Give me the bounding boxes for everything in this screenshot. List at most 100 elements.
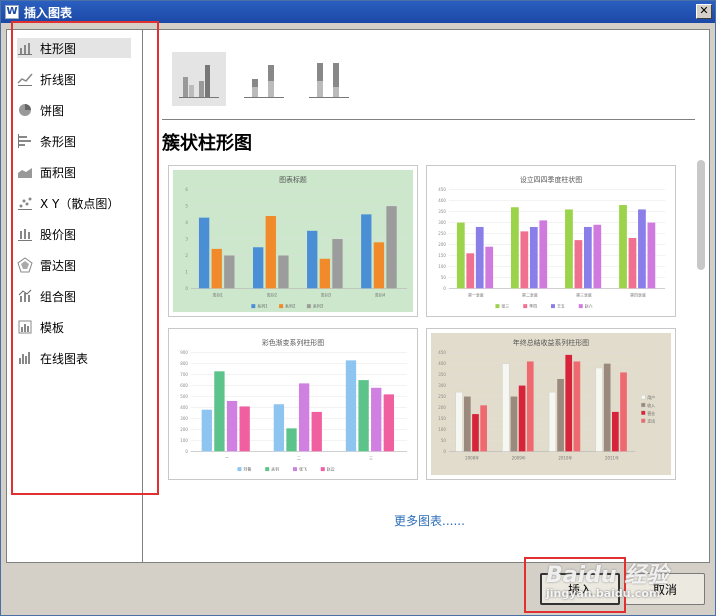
sidebar-item-scatter[interactable]: X Y（散点图） bbox=[17, 193, 131, 213]
template-quarterly-column[interactable]: 设立四四季度柱状图 0 50 100 150 200 250 300 350 400 450 第一季度… bbox=[426, 165, 676, 317]
bar bbox=[371, 387, 382, 452]
template-year-end-column[interactable]: 年终总结收益系列柱形图 0 50 100 150 200 250 300 350 400 450 20… bbox=[426, 328, 676, 480]
sidebar-item-combo[interactable]: 组合图 bbox=[17, 286, 131, 306]
bar bbox=[518, 385, 526, 452]
x-tick-label: 第四季度 bbox=[630, 292, 646, 297]
y-tick-label: 400 bbox=[438, 198, 446, 203]
more-charts-link[interactable]: 更多图表...... bbox=[394, 512, 465, 529]
legend-label: 系列2 bbox=[285, 304, 296, 309]
sidebar-item-label: 模板 bbox=[40, 320, 65, 335]
bar bbox=[595, 367, 603, 452]
bar bbox=[647, 222, 656, 289]
bar bbox=[466, 253, 475, 289]
bar bbox=[273, 404, 285, 452]
y-tick-label: 100 bbox=[438, 264, 446, 269]
y-tick-label: 450 bbox=[438, 187, 446, 192]
sidebar-item-template[interactable]: 模板 bbox=[17, 317, 131, 337]
subtype-clustered-column[interactable] bbox=[172, 52, 226, 106]
bar bbox=[557, 379, 564, 452]
legend-label: 关羽 bbox=[271, 467, 279, 472]
bar bbox=[612, 411, 619, 452]
chart-type-sidebar: 柱形图 折线图 饼图 条形图 面积图 X Y（散点图） 股价图 雷达图 组合图 … bbox=[7, 30, 143, 562]
legend-label: 张三 bbox=[501, 304, 509, 309]
area-chart-icon bbox=[17, 164, 33, 180]
bar bbox=[307, 230, 318, 289]
legend-swatch bbox=[237, 467, 242, 472]
sidebar-item-radar[interactable]: 雷达图 bbox=[17, 255, 131, 275]
y-tick-label: 350 bbox=[438, 209, 446, 214]
y-tick-label: 300 bbox=[180, 416, 188, 421]
sidebar-item-bar[interactable]: 条形图 bbox=[17, 131, 131, 151]
legend-label: 营业 bbox=[647, 411, 655, 416]
y-tick-label: 500 bbox=[180, 394, 188, 399]
bar bbox=[573, 361, 581, 452]
template-green-column[interactable]: 图表标题 0 1 2 3 4 5 6 类别1 类别2 类别3 类别4 系列1 系列2 系列3 bbox=[168, 165, 418, 317]
legend-swatch bbox=[551, 304, 555, 309]
legend-swatch bbox=[523, 304, 528, 309]
bar bbox=[520, 231, 529, 289]
x-tick-label: 类别4 bbox=[375, 292, 386, 297]
x-tick-label: 2009年 bbox=[512, 455, 526, 460]
x-tick-label: 类别3 bbox=[321, 292, 332, 297]
bar bbox=[603, 363, 611, 452]
x-tick-label: 第一季度 bbox=[468, 292, 484, 297]
sidebar-item-column[interactable]: 柱形图 bbox=[17, 38, 131, 58]
legend-label: 刘备 bbox=[243, 467, 251, 472]
percent-stacked-column-icon bbox=[309, 63, 349, 98]
bar bbox=[239, 406, 250, 452]
y-tick-label: 250 bbox=[438, 394, 446, 399]
sidebar-item-label: 雷达图 bbox=[40, 258, 77, 273]
template-gradient-column[interactable]: 彩色渐变系列柱形图 0 100 200 300 400 500 600 700 800 900 一二三… bbox=[168, 328, 418, 480]
bar bbox=[539, 220, 548, 289]
bar bbox=[373, 242, 385, 289]
bar bbox=[619, 205, 627, 289]
bar bbox=[252, 247, 264, 289]
y-tick-label: 400 bbox=[438, 361, 446, 366]
divider bbox=[162, 119, 695, 120]
bar bbox=[472, 414, 479, 452]
y-tick-label: 50 bbox=[441, 275, 447, 280]
bar bbox=[583, 226, 592, 289]
y-tick-label: 200 bbox=[438, 242, 446, 247]
sidebar-item-line[interactable]: 折线图 bbox=[17, 69, 131, 89]
insert-button[interactable]: 插入 bbox=[540, 573, 620, 605]
x-tick-label: 一 bbox=[225, 455, 229, 460]
bar bbox=[455, 391, 463, 452]
bar bbox=[456, 222, 465, 289]
legend-swatch bbox=[641, 402, 646, 408]
bar bbox=[526, 361, 534, 452]
close-button[interactable]: ✕ bbox=[696, 4, 712, 19]
legend-label: 张飞 bbox=[299, 467, 307, 472]
bar bbox=[480, 405, 487, 452]
legend-label: 王五 bbox=[557, 304, 565, 309]
bar bbox=[510, 207, 519, 289]
cancel-button[interactable]: 取消 bbox=[625, 573, 705, 605]
scatter-chart-icon bbox=[17, 195, 33, 211]
sidebar-item-stock[interactable]: 股价图 bbox=[17, 224, 131, 244]
legend-label: 收入 bbox=[647, 403, 655, 408]
sidebar-item-pie[interactable]: 饼图 bbox=[17, 100, 131, 120]
legend-swatch bbox=[495, 304, 500, 309]
title-bar: W 插入图表 ✕ bbox=[1, 1, 715, 23]
y-tick-label: 250 bbox=[438, 231, 446, 236]
x-tick-label: 第三季度 bbox=[576, 292, 592, 297]
y-tick-label: 300 bbox=[438, 220, 446, 225]
scrollbar-thumb[interactable] bbox=[697, 160, 705, 270]
wps-app-icon: W bbox=[5, 5, 19, 19]
bar bbox=[319, 258, 331, 289]
y-tick-label: 100 bbox=[438, 427, 446, 432]
bar bbox=[463, 396, 471, 452]
sidebar-item-label: 在线图表 bbox=[40, 351, 89, 366]
bar bbox=[345, 360, 357, 452]
subtype-stacked-column[interactable] bbox=[237, 52, 291, 106]
subtype-percent-stacked-column[interactable] bbox=[302, 52, 356, 106]
x-tick-label: 类别1 bbox=[213, 292, 224, 297]
bar bbox=[201, 409, 212, 452]
sidebar-item-online[interactable]: 在线图表 bbox=[17, 348, 131, 368]
sidebar-item-area[interactable]: 面积图 bbox=[17, 162, 131, 182]
template-preview-chart: 年终总结收益系列柱形图05010015020025030035040045020… bbox=[430, 332, 672, 476]
legend-swatch bbox=[641, 418, 646, 423]
y-tick-label: 400 bbox=[180, 405, 188, 410]
y-tick-label: 350 bbox=[438, 372, 446, 377]
bar bbox=[475, 226, 484, 289]
